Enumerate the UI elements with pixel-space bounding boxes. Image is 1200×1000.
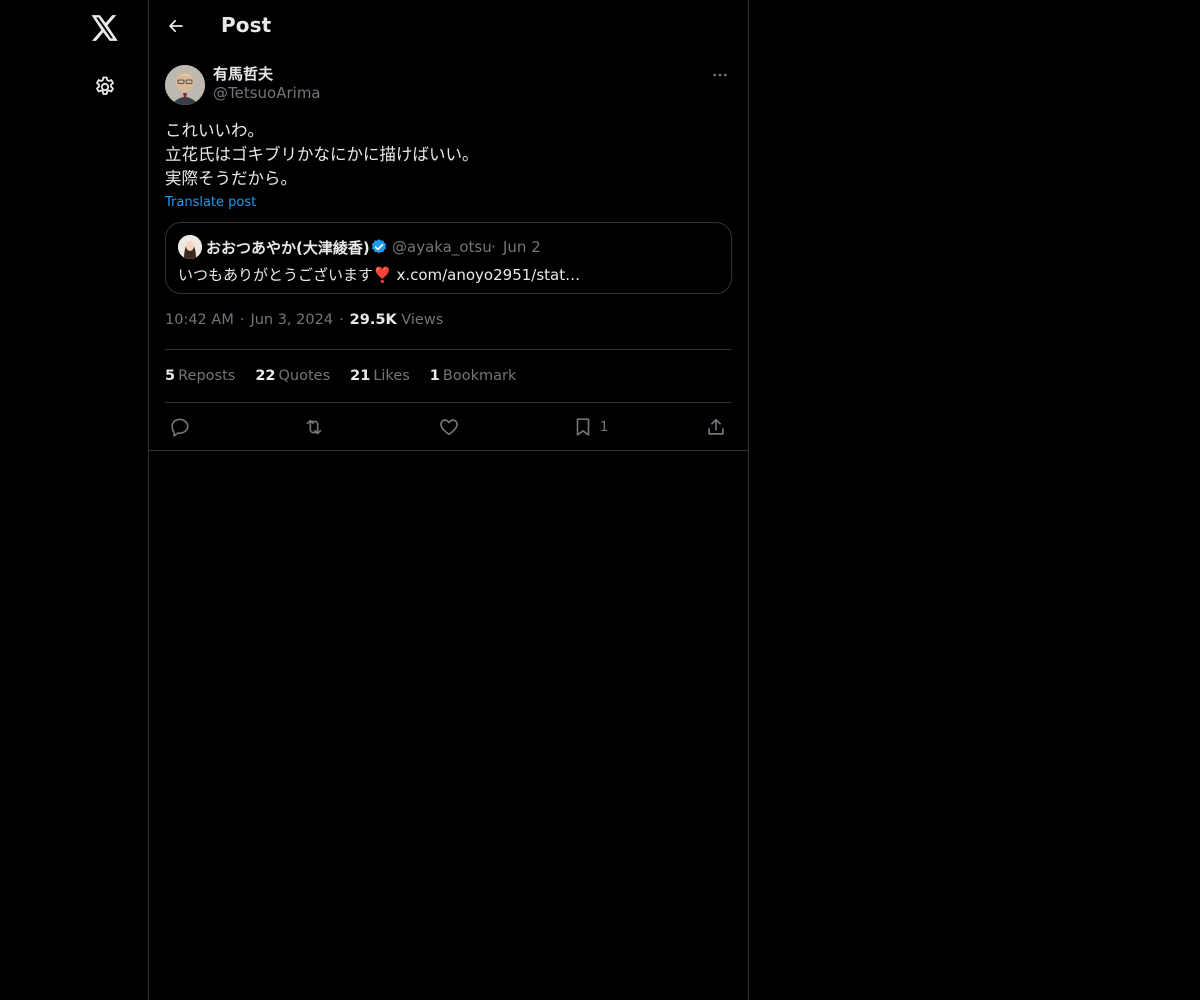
reply-button[interactable] — [169, 415, 191, 439]
repost-button[interactable] — [303, 415, 325, 439]
post-text-line: 立花氏はゴキブリかなにかに描けばいい。 — [165, 145, 479, 164]
quoted-author-name[interactable]: おおつあやか(大津綾香) — [206, 237, 370, 258]
meta-separator: · — [339, 312, 344, 328]
views-count: 29.5K — [349, 312, 397, 328]
post-meta: 10:42 AM · Jun 3, 2024 · 29.5K Views — [165, 312, 732, 350]
author-name[interactable]: 有馬哲夫 — [213, 63, 273, 84]
more-options-button[interactable] — [708, 63, 732, 87]
gear-icon — [96, 76, 114, 95]
bookmarks-stat[interactable]: 1 Bookmark — [430, 368, 517, 384]
bookmark-count: 1 — [600, 419, 609, 435]
heart-icon — [440, 419, 458, 436]
reposts-stat[interactable]: 5 Reposts — [165, 368, 235, 384]
quoted-text: いつもありがとうございます❣️ x.com/anoyo2951/stat… — [178, 266, 581, 284]
quoted-post[interactable]: おおつあやか(大津綾香) @ayaka_otsu · Jun 2 いつもありがと… — [165, 222, 732, 294]
quoted-date[interactable]: Jun 2 — [503, 238, 541, 256]
avatar[interactable] — [165, 65, 205, 105]
back-button[interactable] — [161, 11, 191, 41]
quotes-count: 22 — [255, 368, 276, 384]
bookmark-button[interactable]: 1 — [572, 415, 608, 439]
bookmark-icon — [576, 418, 590, 436]
repost-icon — [306, 419, 322, 435]
post-time[interactable]: 10:42 AM — [165, 312, 234, 328]
left-nav — [0, 0, 149, 1000]
app-layout: Post 有馬哲夫 @TetsuoArima これいいわ。 立花氏はゴキブリかな… — [0, 0, 1200, 1000]
views-label: Views — [401, 312, 444, 328]
post-text: これいいわ。 立花氏はゴキブリかなにかに描けばいい。 実際そうだから。 — [165, 119, 732, 191]
action-bar: 1 — [149, 403, 748, 451]
quotes-label: Quotes — [278, 368, 331, 384]
bookmarks-count: 1 — [429, 368, 440, 384]
author-avatar-image — [165, 65, 205, 105]
x-logo-button[interactable] — [85, 8, 125, 48]
post-text-line: これいいわ。 — [165, 121, 264, 140]
author-handle[interactable]: @TetsuoArima — [213, 84, 321, 102]
header: Post — [149, 0, 748, 53]
main-column: Post 有馬哲夫 @TetsuoArima これいいわ。 立花氏はゴキブリかな… — [149, 0, 749, 1000]
like-button[interactable] — [438, 415, 460, 439]
more-horizontal-icon — [713, 73, 727, 77]
translate-post-link[interactable]: Translate post — [165, 195, 256, 210]
arrow-left-icon — [169, 19, 183, 33]
settings-button[interactable] — [85, 67, 125, 107]
bookmarks-label: Bookmark — [442, 368, 517, 384]
likes-stat[interactable]: 21 Likes — [350, 368, 410, 384]
likes-label: Likes — [373, 368, 410, 384]
quoted-avatar-image — [178, 235, 202, 259]
post-date[interactable]: Jun 3, 2024 — [250, 312, 333, 328]
quoted-avatar[interactable] — [178, 235, 202, 259]
quoted-author-handle[interactable]: @ayaka_otsu — [392, 238, 492, 256]
x-logo-icon — [91, 15, 118, 41]
meta-separator: · — [239, 312, 245, 328]
reposts-count: 5 — [165, 368, 176, 384]
engagement-stats: 5 Reposts 22 Quotes 21 Likes 1 Bookmark — [165, 350, 732, 403]
reply-icon — [171, 418, 189, 437]
verified-badge-icon — [371, 239, 387, 254]
share-icon — [708, 418, 724, 435]
share-button[interactable] — [705, 415, 727, 439]
page-title: Post — [221, 13, 272, 37]
verified-badge — [370, 238, 388, 260]
author-row: 有馬哲夫 @TetsuoArima — [165, 63, 732, 119]
reposts-label: Reposts — [178, 368, 236, 384]
quoted-separator: · — [491, 238, 496, 256]
quotes-stat[interactable]: 22 Quotes — [255, 368, 330, 384]
post: 有馬哲夫 @TetsuoArima これいいわ。 立花氏はゴキブリかなにかに描け… — [149, 63, 748, 451]
post-text-line: 実際そうだから。 — [165, 169, 297, 188]
likes-count: 21 — [350, 368, 371, 384]
